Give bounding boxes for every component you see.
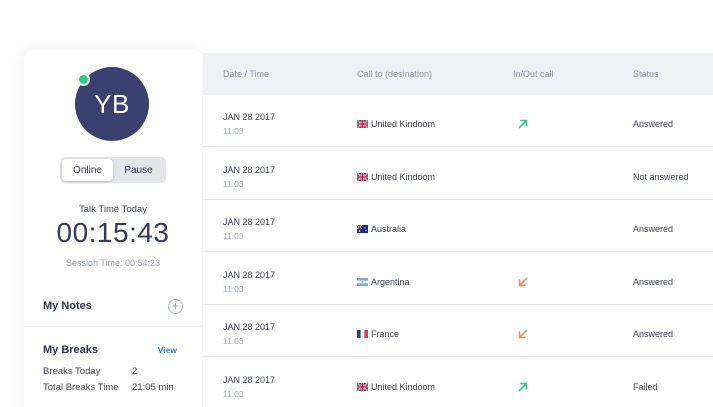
total-breaks-value: 21:05 min	[132, 382, 174, 393]
call-destination: Argentina	[357, 277, 410, 287]
total-breaks-row: Total Breaks Time 21:05 min	[43, 382, 193, 393]
call-date: JAN 28 2017	[223, 164, 276, 175]
call-time: 11:03	[223, 283, 244, 294]
call-date: JAN 28 2017	[223, 269, 276, 280]
divider	[24, 326, 202, 327]
call-destination: United Kindoom	[357, 172, 435, 182]
call-time: 11:03	[223, 126, 244, 136]
breaks-today-label: Breaks Today	[43, 366, 101, 377]
call-date: JAN 28 2017	[223, 217, 276, 227]
table-row[interactable]: JAN 28 2017 11:03 United Kindoom Failed	[203, 357, 713, 407]
call-time: 11:03	[223, 178, 244, 189]
notes-header: My Notes +	[43, 298, 183, 314]
outgoing-call-icon	[517, 117, 529, 129]
france-flag-icon	[357, 330, 371, 338]
header-destination[interactable]: Call to (desination)	[357, 69, 432, 79]
table-row[interactable]: JAN 28 2017 11:03 Australia Answered	[203, 200, 713, 252]
agent-panel: YB Online Pause Talk Time Today 00:15:43…	[24, 50, 202, 407]
call-destination: United Kindoom	[357, 382, 435, 392]
breaks-today-value: 2	[132, 366, 138, 377]
table-header: Date / Time Call to (desination) In/Out …	[203, 53, 713, 95]
incoming-call-icon	[517, 275, 529, 287]
session-time: Session Time: 00:54:23	[65, 258, 161, 268]
header-direction[interactable]: In/Out call	[513, 69, 554, 79]
incoming-call-icon	[517, 327, 529, 339]
table-row[interactable]: JAN 28 2017 11:03 Argentina Answered	[203, 252, 713, 305]
pause-button[interactable]: Pause	[113, 159, 164, 181]
call-time: 11:03	[223, 388, 244, 399]
online-button[interactable]: Online	[62, 159, 113, 181]
breaks-title: My Breaks	[43, 344, 99, 356]
destination-label: Australia	[371, 224, 407, 234]
call-status: Answered	[633, 276, 674, 287]
talk-time-label: Talk Time Today	[79, 204, 147, 215]
destination-label: Argentina	[371, 276, 410, 287]
call-destination: France	[357, 329, 399, 339]
header-date-time[interactable]: Date / Time	[223, 69, 269, 79]
outgoing-call-icon	[517, 380, 529, 392]
header-status[interactable]: Status	[633, 69, 659, 79]
call-dashboard: YB Online Pause Talk Time Today 00:15:43…	[0, 0, 713, 407]
uk-flag-icon	[357, 382, 371, 391]
calls-table: Date / Time Call to (desination) In/Out …	[203, 53, 713, 407]
online-status-icon	[77, 73, 90, 86]
call-status: Answered	[633, 329, 674, 339]
call-date: JAN 28 2017	[223, 374, 276, 385]
avatar-initials: YB	[94, 88, 130, 119]
destination-label: France	[371, 329, 400, 339]
talk-time-value: 00:15:43	[56, 217, 170, 248]
uk-flag-icon	[357, 172, 371, 181]
table-row[interactable]: JAN 28 2017 11:03 France Answered	[203, 305, 713, 357]
call-date: JAN 28 2017	[223, 322, 276, 332]
call-date: JAN 28 2017	[223, 112, 276, 122]
breaks-today-row: Breaks Today 2	[43, 366, 193, 377]
status-toggle[interactable]: Online Pause	[60, 157, 166, 183]
argentina-flag-icon	[357, 277, 371, 286]
notes-title: My Notes	[43, 300, 92, 312]
australia-flag-icon	[357, 225, 371, 233]
call-time: 11:03	[223, 231, 244, 241]
add-note-icon[interactable]: +	[168, 298, 183, 314]
call-status: Failed	[633, 381, 658, 392]
total-breaks-label: Total Breaks Time	[43, 382, 119, 393]
call-time: 11:03	[223, 336, 244, 346]
destination-label: United Kindoom	[371, 119, 436, 129]
call-status: Answered	[633, 119, 674, 129]
destination-label: United Kindoom	[371, 171, 436, 182]
call-status: Not answered	[633, 171, 689, 182]
call-status: Answered	[633, 224, 674, 234]
breaks-header: My Breaks View	[43, 343, 177, 357]
call-destination: Australia	[357, 224, 406, 234]
view-breaks-link[interactable]: View	[158, 345, 177, 355]
uk-flag-icon	[357, 120, 371, 128]
table-row[interactable]: JAN 28 2017 11:03 United Kindoom Not answer…	[203, 147, 713, 200]
table-row[interactable]: JAN 28 2017 11:03 United Kindoom Answered	[203, 95, 713, 147]
destination-label: United Kindoom	[371, 381, 436, 392]
call-destination: United Kindoom	[357, 119, 435, 129]
